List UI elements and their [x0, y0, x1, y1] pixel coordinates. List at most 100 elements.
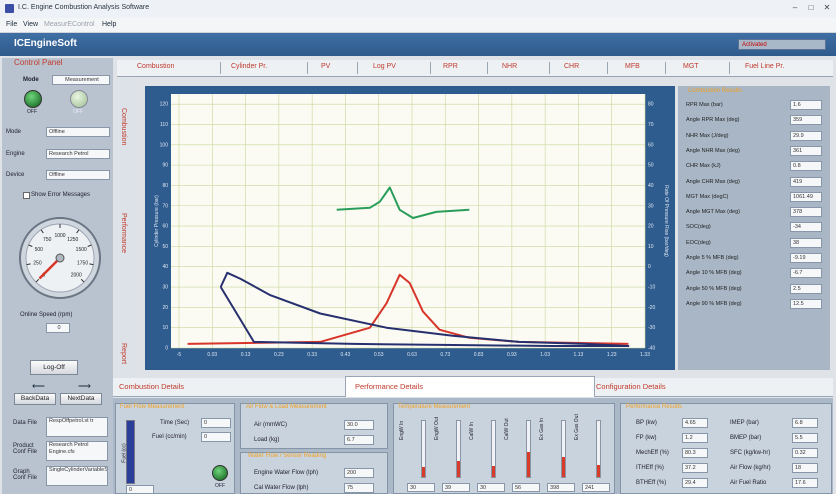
show-errors-label: Show Error Messages — [31, 192, 91, 198]
tab-combustion[interactable]: Combustion — [137, 63, 174, 70]
y-left-tick: 100 — [160, 142, 169, 148]
result-label: Angle RPR Max (deg) — [686, 117, 740, 124]
gauge-tick-label: 500 — [35, 247, 44, 253]
result-value: 1.6 — [790, 100, 822, 110]
y-left-tick: 10 — [162, 325, 168, 331]
tab-performance-details[interactable]: Performance Details — [355, 382, 423, 391]
cal-water-value: 75 — [344, 483, 374, 493]
x-tick: 0.33 — [307, 352, 317, 358]
arrow-right-icon: ⟶ — [78, 381, 91, 391]
tab-nhr[interactable]: NHR — [502, 63, 517, 70]
side-tab-report[interactable]: Report — [120, 343, 127, 364]
maximize-icon[interactable]: □ — [804, 2, 818, 14]
x-tick: 0.13 — [241, 352, 251, 358]
perf-value: 4.65 — [682, 418, 708, 428]
mode-off-label: OFF — [27, 109, 37, 115]
tab-fuel-line-pr[interactable]: Fuel Line Pr. — [745, 63, 784, 70]
perf-value: 80.3 — [682, 448, 708, 458]
plot-area — [171, 94, 645, 348]
temp-fill — [422, 466, 425, 477]
show-errors-checkbox[interactable] — [23, 192, 30, 199]
tab-mfb[interactable]: MFB — [625, 63, 640, 70]
status-badge: Activated — [738, 39, 826, 50]
mode-label: Mode — [23, 77, 39, 83]
measurement-led-icon[interactable] — [70, 90, 88, 108]
cal-water-label: Cal Water Flow (lph) — [254, 485, 309, 491]
temp-value: 398 — [547, 483, 575, 492]
back-data-button[interactable]: BackData — [14, 393, 56, 405]
result-label: Angle 5 % MFB (deg) — [686, 255, 739, 261]
x-tick: 0.73 — [440, 352, 450, 358]
close-icon[interactable]: ✕ — [820, 2, 834, 14]
tab-configuration-details[interactable]: Configuration Details — [596, 382, 666, 391]
menu-view[interactable]: View — [23, 21, 38, 28]
perf-value: 0.32 — [792, 448, 818, 458]
device-field[interactable]: Offline — [46, 170, 110, 180]
result-label: Angle NHR Max (deg) — [686, 147, 740, 154]
perf-label: Air Fuel Ratio — [730, 480, 767, 486]
fuel-led-icon[interactable] — [212, 465, 228, 481]
side-tab-combustion[interactable]: Combustion — [120, 108, 127, 145]
result-value: 12.5 — [790, 298, 822, 309]
y-left-tick: 0 — [165, 346, 168, 352]
time-label: Time (Sec) — [160, 420, 190, 426]
tab-chr[interactable]: CHR — [564, 63, 579, 70]
tab-mgt[interactable]: MGT — [683, 63, 699, 70]
device-label: Device — [6, 172, 25, 178]
y-right-tick: -20 — [648, 305, 655, 311]
temp-fill — [562, 457, 565, 477]
temp-sensor-label: Ex Gas In — [539, 418, 545, 440]
result-value: 38 — [790, 237, 822, 248]
y-left-tick: 70 — [162, 203, 168, 209]
graph-conf-label: Graph Conf File — [13, 469, 38, 481]
tab-combustion-details[interactable]: Combustion Details — [119, 382, 184, 391]
graph-conf-field[interactable]: SingleCylinderVariableSpeed.cvs — [46, 466, 108, 486]
perf-label: MechEff (%) — [636, 450, 669, 456]
speed-value: 0 — [46, 323, 70, 333]
mode-led-icon[interactable] — [24, 90, 42, 108]
perf-label: SFC (kg/kw-hr) — [730, 450, 771, 456]
fuel-off-label: OFF — [215, 483, 225, 489]
temp-fill — [597, 464, 600, 477]
y-left-axis-label: Cylinder Pressure (bar) — [154, 195, 160, 247]
next-data-button[interactable]: NextData — [60, 393, 102, 405]
brand-bar: ICEngineSoft Activated — [0, 33, 836, 56]
gauge-tick-label: 750 — [43, 237, 52, 243]
tab-cylinder-pr[interactable]: Cylinder Pr. — [231, 63, 267, 70]
data-file-field[interactable]: RespOffpetrol.st tr — [46, 417, 108, 437]
temperature-title: Temperature Measurement — [398, 404, 471, 410]
result-label: SOC(deg) — [686, 224, 711, 231]
product-conf-field[interactable]: Research Petrol Engine.cfs — [46, 441, 108, 461]
result-label: Angle 90 % MFB (deg) — [686, 300, 742, 307]
load-value: 6.7 — [344, 435, 374, 445]
data-file-label: Data File — [13, 420, 38, 426]
gauge-tick-label: 1500 — [76, 247, 87, 253]
temp-thermometer — [561, 420, 566, 478]
result-value: 378 — [790, 207, 822, 218]
tab-pv[interactable]: PV — [321, 63, 330, 70]
x-tick: 1.33 — [640, 352, 650, 358]
tab-rpr[interactable]: RPR — [443, 63, 458, 70]
y-left-tick: 90 — [162, 163, 168, 169]
logoff-button[interactable]: Log-Off — [30, 360, 78, 375]
y-left-tick: 20 — [162, 305, 168, 311]
side-tab-performance[interactable]: Performance — [120, 213, 127, 253]
temp-sensor-label: CalW Out — [504, 418, 510, 440]
y-right-tick: 40 — [648, 183, 654, 189]
mode-field[interactable]: Offline — [46, 127, 110, 137]
y-right-tick: 80 — [648, 102, 654, 108]
menu-help[interactable]: Help — [102, 21, 116, 28]
perf-label: ITHEff (%) — [636, 465, 664, 471]
engine-label: Engine — [6, 151, 25, 157]
temp-sensor-label: EngW In — [399, 420, 405, 440]
engine-field[interactable]: Research Petrol — [46, 149, 110, 159]
menu-measurecontrol[interactable]: MeasurEControl — [44, 21, 95, 28]
minimize-icon[interactable]: – — [788, 2, 802, 14]
temp-sensor-label: EngW Out — [434, 416, 440, 440]
gauge-tick-label: 1250 — [67, 237, 78, 243]
temp-value: 30 — [407, 483, 435, 492]
menu-file[interactable]: File — [6, 21, 17, 28]
tab-log-pv[interactable]: Log PV — [373, 63, 396, 70]
time-value: 0 — [201, 418, 231, 428]
perf-value: 37.2 — [682, 463, 708, 473]
